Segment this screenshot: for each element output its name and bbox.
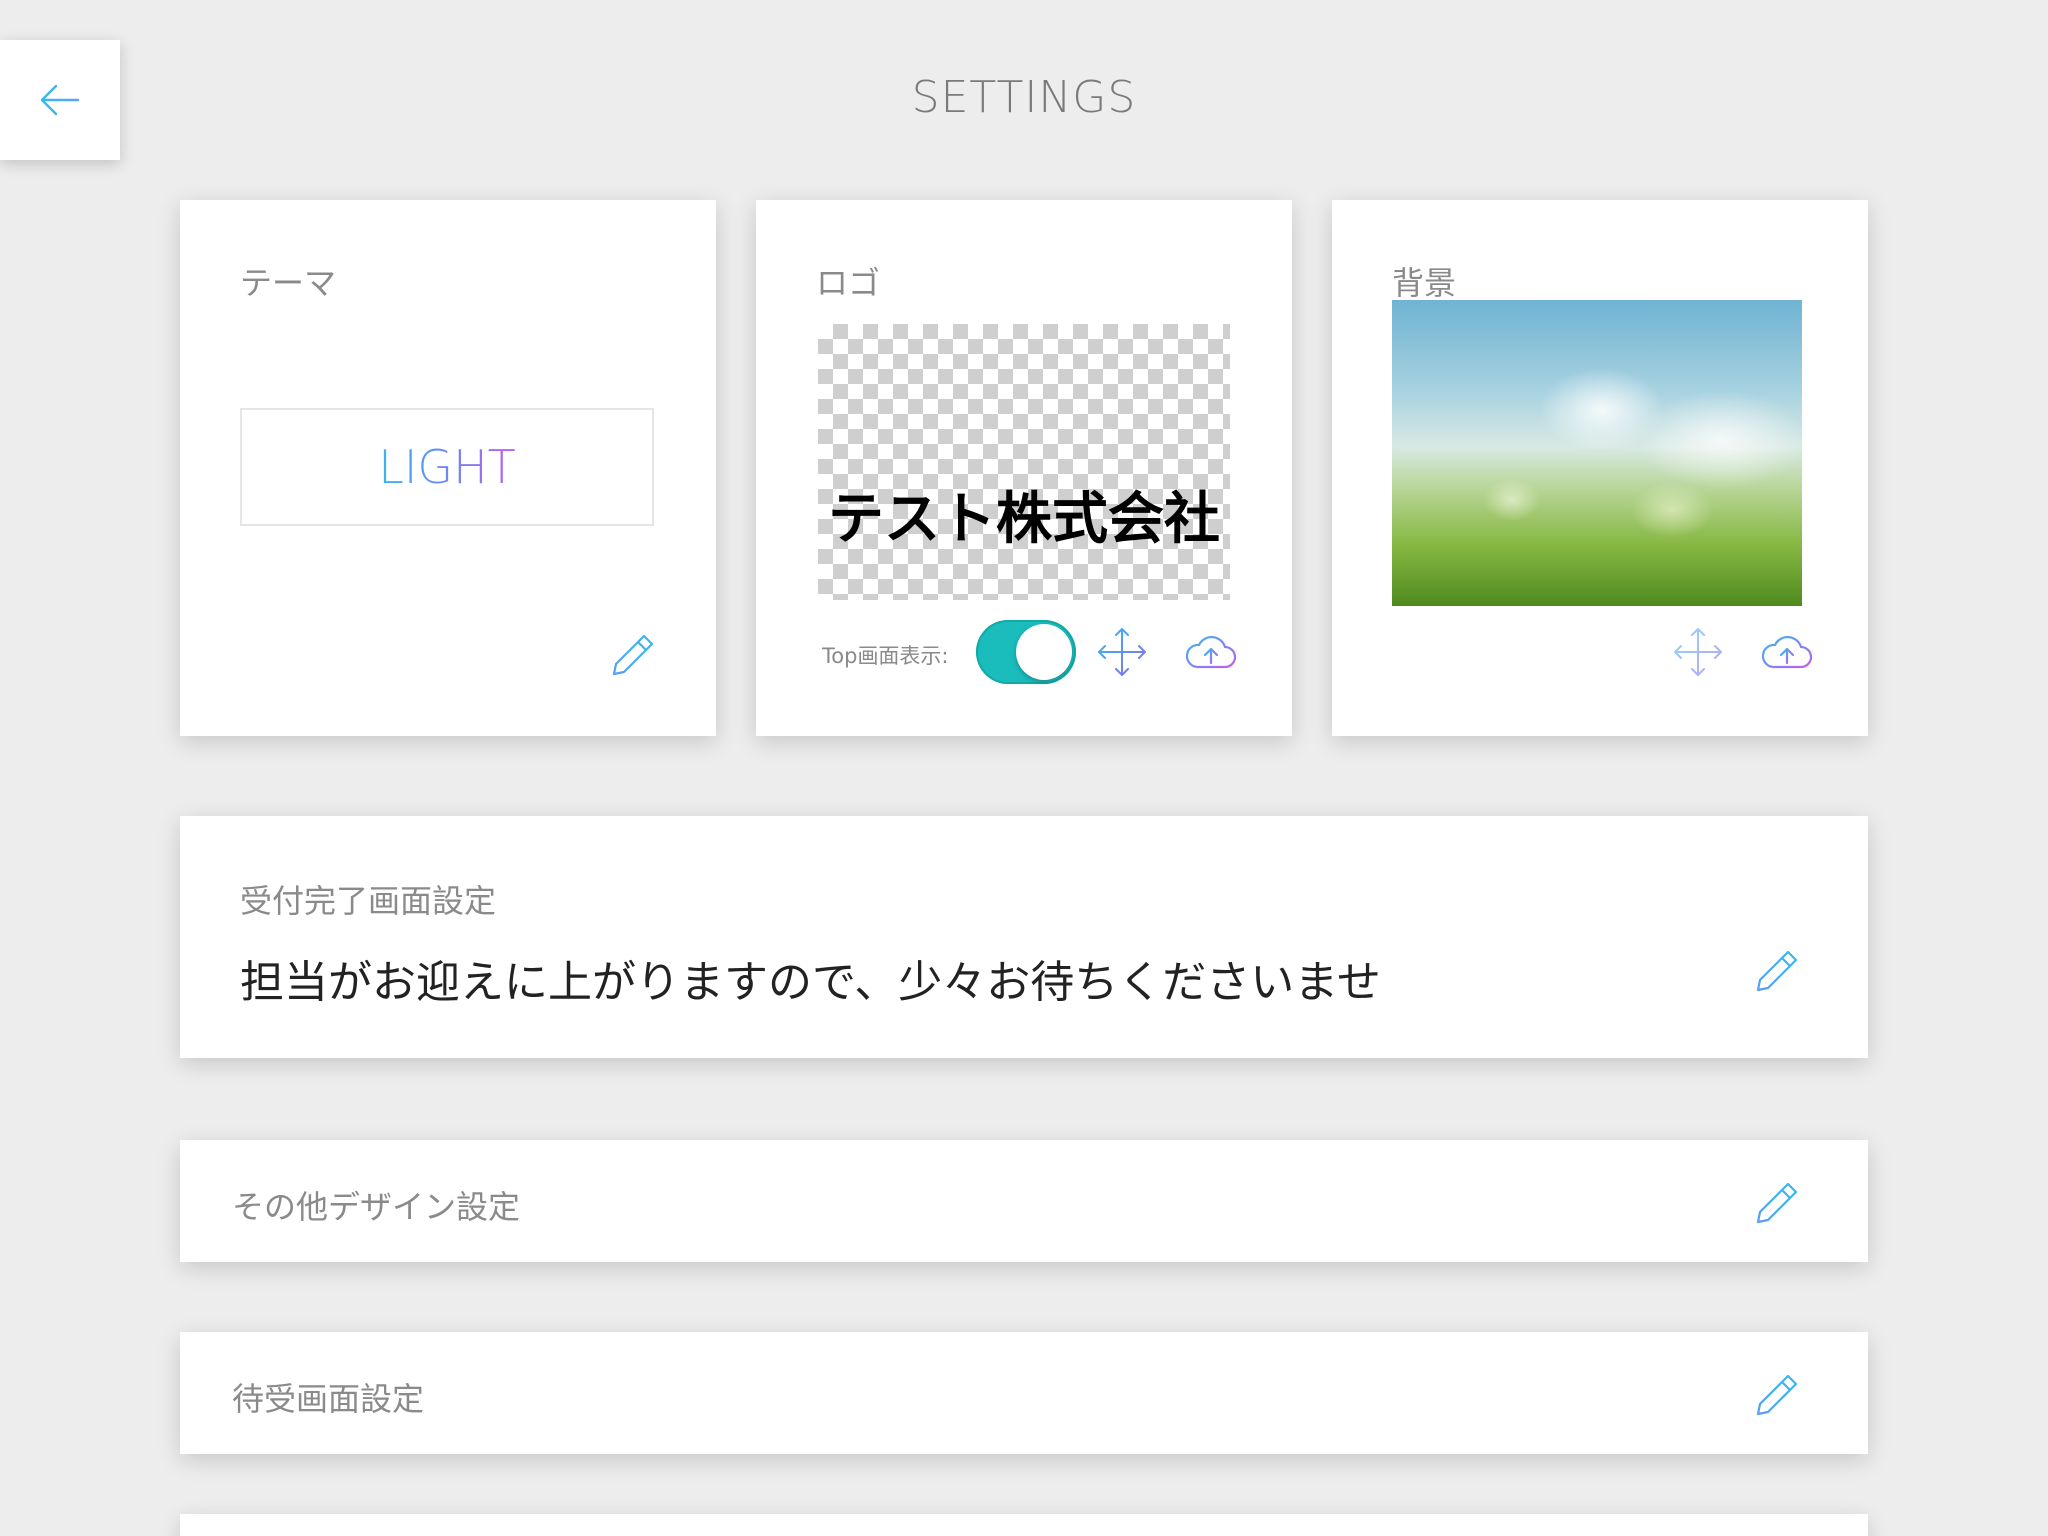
pencil-icon [612, 634, 654, 676]
logo-text: テスト株式会社 [828, 487, 1220, 552]
completion-edit-button[interactable] [1748, 940, 1808, 1000]
theme-card: テーマ LIGHT [180, 200, 716, 736]
cloud-upload-icon [1761, 635, 1813, 669]
other-design-card[interactable]: その他デザイン設定 [180, 1140, 1868, 1262]
completion-message: 担当がお迎えに上がりますので、少々お待ちくださいませ [240, 957, 1381, 1008]
settings-page: SETTINGS テーマ LIGHT ロゴ テスト株式会社 Top画面表示: 背… [0, 0, 2048, 1536]
logo-preview: テスト株式会社 [818, 324, 1230, 600]
next-settings-card[interactable] [180, 1514, 1868, 1536]
standby-screen-label: 待受画面設定 [232, 1380, 425, 1418]
top-display-toggle[interactable] [976, 620, 1076, 684]
completion-screen-label: 受付完了画面設定 [240, 882, 497, 920]
toggle-knob [1016, 624, 1072, 680]
logo-move-button[interactable] [1092, 622, 1152, 682]
theme-value: LIGHT [378, 440, 516, 494]
move-arrows-icon [1098, 628, 1146, 676]
theme-label: テーマ [240, 264, 337, 302]
top-display-label: Top画面表示: [822, 644, 949, 668]
cloud-upload-icon [1185, 635, 1237, 669]
other-design-label: その他デザイン設定 [232, 1188, 521, 1226]
background-card: 背景 [1332, 200, 1868, 736]
pencil-icon [1756, 1374, 1798, 1416]
standby-screen-card[interactable]: 待受画面設定 [180, 1332, 1868, 1454]
move-arrows-icon [1674, 628, 1722, 676]
completion-screen-card: 受付完了画面設定 担当がお迎えに上がりますので、少々お待ちくださいませ [180, 816, 1868, 1058]
logo-upload-button[interactable] [1180, 622, 1240, 682]
pencil-icon [1756, 1182, 1798, 1224]
page-title: SETTINGS [911, 72, 1137, 123]
theme-edit-button[interactable] [604, 624, 664, 684]
background-upload-button[interactable] [1756, 622, 1816, 682]
other-design-edit-button[interactable] [1748, 1172, 1808, 1232]
background-move-button[interactable] [1668, 622, 1728, 682]
pencil-icon [1756, 950, 1798, 992]
theme-selector[interactable]: LIGHT [240, 408, 654, 526]
background-preview-image [1392, 300, 1802, 606]
background-label: 背景 [1392, 264, 1457, 302]
logo-card: ロゴ テスト株式会社 Top画面表示: [756, 200, 1292, 736]
logo-label: ロゴ [816, 264, 881, 302]
standby-edit-button[interactable] [1748, 1364, 1808, 1424]
